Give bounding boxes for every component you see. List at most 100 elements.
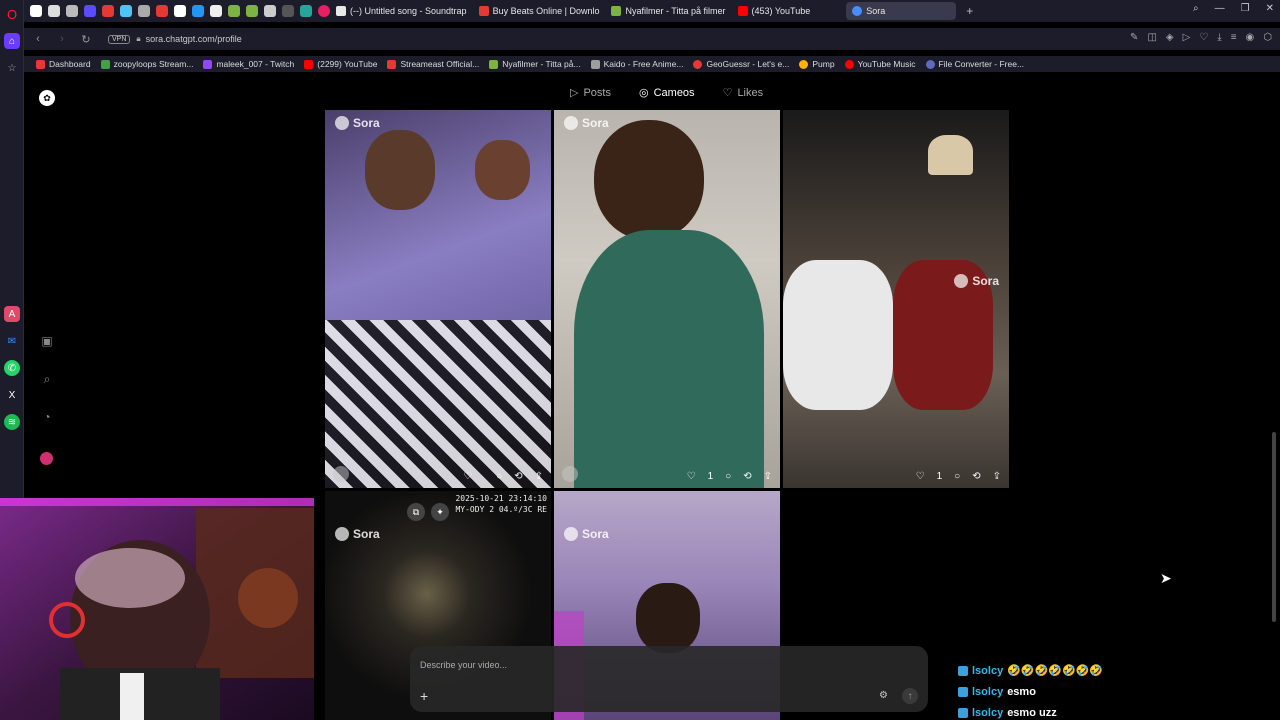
profile-icon[interactable]: ◉: [1246, 32, 1255, 43]
maximize-icon[interactable]: ❐: [1241, 3, 1250, 14]
comment-icon[interactable]: ○: [725, 471, 731, 482]
minimize-icon[interactable]: —: [1215, 3, 1225, 14]
pinned-tab-icon[interactable]: [30, 5, 42, 17]
comment-icon[interactable]: ○: [954, 471, 960, 482]
bookmark-item[interactable]: Dashboard: [36, 59, 91, 69]
tab-youtube[interactable]: (453) YouTube: [732, 2, 817, 20]
like-icon[interactable]: ♡: [687, 471, 696, 482]
forward-icon[interactable]: ›: [52, 33, 72, 45]
prompt-composer: + ⚙ ↑: [410, 646, 928, 712]
pinned-tab-icon[interactable]: [156, 5, 168, 17]
bookmark-item[interactable]: YouTube Music: [844, 59, 916, 69]
aria-icon[interactable]: A: [4, 306, 20, 322]
camera-icon[interactable]: ◫: [1147, 32, 1156, 43]
video-card[interactable]: Sora ♡ ○ ⟲ ⇪: [325, 110, 551, 488]
video-nav-icon[interactable]: ▣: [39, 333, 55, 349]
tab-soundtrap[interactable]: (--) Untitled song - Soundtrap: [330, 2, 473, 20]
tab-posts[interactable]: ▷ Posts: [570, 86, 611, 100]
share-icon[interactable]: ⇪: [764, 471, 772, 482]
pinned-tab-icon[interactable]: [300, 5, 312, 17]
x-icon[interactable]: X: [4, 387, 20, 403]
close-icon[interactable]: ✕: [1266, 3, 1274, 14]
pinned-tab-icon[interactable]: [192, 5, 204, 17]
vpn-badge[interactable]: VPN: [108, 34, 131, 44]
sora-watermark-label: Sora: [353, 116, 380, 130]
pinned-tab-icon[interactable]: [120, 5, 132, 17]
pinned-tab-icon[interactable]: [210, 5, 222, 17]
pinned-tab-icon[interactable]: [264, 5, 276, 17]
comment-icon[interactable]: ○: [496, 471, 502, 482]
geoguessr-icon: [693, 59, 703, 69]
messenger-icon[interactable]: ✉: [4, 333, 20, 349]
settings-sliders-icon[interactable]: ⚙: [879, 690, 888, 701]
remix-icon[interactable]: ⟲: [972, 471, 980, 482]
pinned-tab-icon[interactable]: [66, 5, 78, 17]
lock-icon[interactable]: 🔒︎: [136, 34, 140, 44]
tab-likes[interactable]: ♡ Likes: [723, 86, 764, 100]
bookmark-item[interactable]: Nyafilmer - Titta på...: [489, 59, 581, 69]
search-icon[interactable]: ⌕: [1193, 3, 1199, 14]
profile-avatar[interactable]: [40, 452, 53, 465]
like-icon[interactable]: ♡: [463, 471, 472, 482]
copy-icon[interactable]: ⧉: [407, 503, 425, 521]
pinned-tab-icon[interactable]: [138, 5, 150, 17]
bookmark-item[interactable]: Kaido - Free Anime...: [590, 59, 684, 69]
pinned-tab-icon[interactable]: [84, 5, 96, 17]
pinned-tab-icon[interactable]: [228, 5, 240, 17]
pinned-tab-icon[interactable]: [282, 5, 294, 17]
whatsapp-icon[interactable]: ✆: [4, 360, 20, 376]
bookmark-label: Kaido - Free Anime...: [603, 59, 684, 69]
bookmark-icon[interactable]: ☆: [4, 60, 20, 76]
reload-icon[interactable]: ↻: [76, 33, 96, 46]
like-icon[interactable]: ♡: [916, 471, 925, 482]
shield-icon[interactable]: ◈: [1166, 32, 1174, 43]
sparkle-icon[interactable]: ✦: [431, 503, 449, 521]
tab-cameos[interactable]: ◎ Cameos: [639, 86, 695, 100]
search-nav-icon[interactable]: ⌕: [39, 371, 55, 387]
sora-logo-icon[interactable]: ✿: [39, 90, 55, 106]
tab-sora[interactable]: Sora: [846, 2, 957, 20]
video-card[interactable]: Sora ♡ 1 ○ ⟲ ⇪: [554, 110, 780, 488]
download-icon[interactable]: ⤓: [1217, 32, 1221, 43]
bookmark-item[interactable]: zoopyloops Stream...: [100, 59, 193, 69]
extension-icon[interactable]: ⬡: [1263, 32, 1272, 43]
spotify-icon[interactable]: ≋: [4, 414, 20, 430]
bookmark-item[interactable]: GeoGuessr - Let's e...: [693, 59, 789, 69]
remix-icon[interactable]: ⟲: [743, 471, 751, 482]
new-tab-button[interactable]: +: [966, 4, 973, 18]
streameast-icon: [387, 59, 397, 69]
url-field[interactable]: sora.chatgpt.com/profile: [146, 34, 242, 44]
menu-icon[interactable]: ≡: [1231, 32, 1237, 43]
pinned-tab-icon[interactable]: [102, 5, 114, 17]
bookmark-item[interactable]: Streameast Official...: [387, 59, 479, 69]
heart-icon[interactable]: ♡: [1199, 32, 1208, 43]
bookmark-item[interactable]: (2299) YouTube: [304, 59, 377, 69]
edit-icon[interactable]: ✎: [1130, 32, 1138, 43]
opera-logo-icon[interactable]: O: [4, 6, 20, 22]
notifications-icon[interactable]: ◔: [39, 409, 55, 425]
share-icon[interactable]: ⇪: [535, 471, 543, 482]
share-icon[interactable]: ⇪: [993, 471, 1001, 482]
tab-nyafilmer[interactable]: Nyafilmer - Titta på filmer: [605, 2, 731, 20]
webcam-overlay: [0, 498, 314, 720]
tab-buy-beats[interactable]: Buy Beats Online | Downlo: [473, 2, 606, 20]
creator-avatar[interactable]: [562, 466, 578, 482]
prompt-input[interactable]: [420, 660, 820, 670]
video-card[interactable]: Sora ♡ 1 ○ ⟲ ⇪: [783, 110, 1009, 488]
home-icon[interactable]: ⌂: [4, 33, 20, 49]
pinned-tab-icon[interactable]: [48, 5, 60, 17]
pinned-tab-icon[interactable]: [246, 5, 258, 17]
scrollbar[interactable]: [1272, 432, 1276, 622]
back-icon[interactable]: ‹: [28, 33, 48, 45]
pinned-tab-icon[interactable]: [174, 5, 186, 17]
bookmark-item[interactable]: Pump: [799, 59, 835, 69]
submit-arrow-icon[interactable]: ↑: [902, 688, 918, 704]
add-media-button[interactable]: +: [420, 688, 428, 704]
bookmark-item[interactable]: maleek_007 - Twitch: [203, 59, 294, 69]
bookmark-item[interactable]: File Converter - Free...: [925, 59, 1024, 69]
remix-icon[interactable]: ⟲: [514, 471, 522, 482]
tab-label: Sora: [866, 6, 886, 16]
pinned-tab-icon[interactable]: [318, 5, 330, 17]
creator-avatar[interactable]: [333, 466, 349, 482]
play-icon[interactable]: ▷: [1183, 32, 1191, 43]
